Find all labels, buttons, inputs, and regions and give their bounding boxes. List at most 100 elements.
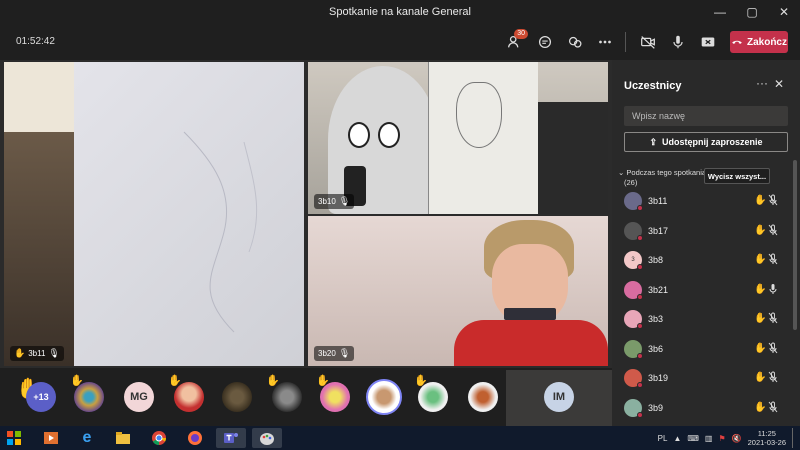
- participant-avatar[interactable]: [174, 382, 204, 412]
- microphone-toggle-button[interactable]: [664, 28, 692, 56]
- participant-avatar[interactable]: [222, 382, 252, 412]
- participants-button[interactable]: 30: [501, 28, 529, 56]
- share-screen-button[interactable]: [694, 28, 722, 56]
- close-window-button[interactable]: ✕: [768, 0, 800, 24]
- language-indicator[interactable]: PL: [658, 434, 668, 443]
- participant-avatar: [624, 398, 643, 418]
- participant-avatar: [624, 339, 643, 359]
- status-dot: [637, 264, 643, 270]
- participant-row[interactable]: 3b9 ✋: [612, 395, 794, 424]
- participant-avatar[interactable]: MG: [124, 382, 154, 412]
- participant-row[interactable]: 3b3 ✋: [612, 306, 794, 335]
- clock[interactable]: 11:25 2021-03-26: [748, 429, 786, 447]
- taskbar-firefox[interactable]: [180, 428, 210, 448]
- chat-button[interactable]: [531, 28, 559, 56]
- panel-title: Uczestnicy: [624, 80, 682, 92]
- participants-panel: Uczestnicy ··· ✕ Wpisz nazwę ⇪ Udostępni…: [612, 60, 800, 426]
- status-dot: [637, 205, 643, 211]
- participant-row[interactable]: 3 3b8 ✋: [612, 247, 794, 276]
- raised-hand-icon: ✋: [754, 313, 767, 324]
- mic-muted-icon: 🎙: [48, 348, 60, 358]
- participant-name: 3b17: [648, 225, 669, 236]
- tray-expand-icon[interactable]: ▲: [673, 434, 681, 443]
- participant-search-input[interactable]: Wpisz nazwę: [624, 106, 788, 126]
- participant-avatar[interactable]: [272, 382, 302, 412]
- taskbar-teams[interactable]: [216, 428, 246, 448]
- more-actions-button[interactable]: [591, 28, 619, 56]
- camera-off-icon: [641, 36, 655, 49]
- participant-avatar[interactable]: [468, 382, 498, 412]
- chat-icon: [538, 35, 552, 49]
- mic-muted-icon: 🎙: [338, 196, 351, 206]
- mic-muted-icon[interactable]: [768, 224, 778, 239]
- camera-toggle-button[interactable]: [634, 28, 662, 56]
- participant-avatar: [624, 192, 643, 211]
- participant-name: 3b8: [648, 255, 664, 265]
- taskbar-chrome[interactable]: [144, 428, 174, 448]
- microphone-icon[interactable]: [768, 283, 778, 298]
- microphone-icon: [673, 35, 683, 49]
- participant-row[interactable]: 3b11 ✋: [612, 188, 794, 217]
- share-icon: ⇪: [649, 136, 657, 147]
- flag-icon[interactable]: ⚑: [718, 434, 725, 443]
- keyboard-icon[interactable]: ⌨: [687, 434, 699, 443]
- show-desktop-button[interactable]: [792, 428, 796, 448]
- panel-more-button[interactable]: ···: [756, 76, 768, 90]
- mic-muted-icon: 🎙: [338, 348, 351, 358]
- participant-row[interactable]: 3b21 ✋: [612, 277, 794, 306]
- self-preview-tile[interactable]: IM: [506, 370, 612, 426]
- status-dot: [637, 411, 643, 418]
- firefox-icon: [188, 431, 202, 445]
- dark-door: [538, 102, 608, 214]
- mic-muted-icon[interactable]: [768, 401, 778, 416]
- mic-muted-icon[interactable]: [768, 194, 778, 209]
- mic-muted-icon[interactable]: [768, 312, 778, 327]
- video-tile[interactable]: ✋ 3b11 🎙: [4, 62, 304, 366]
- mic-muted-icon[interactable]: [768, 253, 778, 268]
- participant-avatar[interactable]: [74, 382, 104, 412]
- chrome-icon: [152, 431, 167, 446]
- section-header[interactable]: ⌄ Podczas tego spotkania (26): [618, 168, 706, 188]
- participant-strip: ✋ +13 ✋ MG ✋ ✋ ✋ ✋ IM: [0, 368, 612, 426]
- participant-avatar[interactable]: [418, 382, 448, 412]
- meeting-timer: 01:52:42: [16, 36, 55, 47]
- mute-all-button[interactable]: Wycisz wszyst...: [704, 168, 770, 184]
- tile-name-label: 3b10 🎙: [314, 194, 355, 209]
- minimize-button[interactable]: —: [704, 0, 736, 24]
- reactions-button[interactable]: [561, 28, 589, 56]
- participant-avatar-active[interactable]: [366, 379, 402, 415]
- participant-row[interactable]: 3b6 ✋: [612, 336, 794, 365]
- participant-avatar[interactable]: [320, 382, 350, 412]
- video-tile[interactable]: 3b10 🎙: [308, 62, 608, 214]
- media-player-icon: [44, 432, 58, 444]
- panel-scrollbar[interactable]: [793, 160, 797, 330]
- video-stage: ✋ 3b11 🎙 3b10 🎙 3b20 🎙: [0, 60, 612, 368]
- leave-meeting-button[interactable]: Zakończ: [730, 31, 788, 53]
- status-dot: [637, 382, 643, 388]
- volume-icon[interactable]: 🔇: [732, 434, 742, 443]
- taskbar-internet-explorer[interactable]: e: [72, 428, 102, 448]
- taskbar-file-explorer[interactable]: [108, 428, 138, 448]
- participant-row[interactable]: 3b17 ✋: [612, 218, 794, 247]
- panel-close-button[interactable]: ✕: [774, 77, 784, 91]
- start-button[interactable]: [2, 427, 26, 449]
- participant-name: 3b11: [648, 196, 668, 206]
- network-icon[interactable]: ▥: [705, 434, 713, 443]
- harmonica: [504, 308, 556, 320]
- overflow-avatar[interactable]: +13: [26, 382, 56, 412]
- internet-explorer-icon: e: [82, 429, 92, 446]
- mic-muted-icon[interactable]: [768, 342, 778, 357]
- mic-muted-icon[interactable]: [768, 371, 778, 386]
- window-title: Spotkanie na kanale General: [329, 6, 471, 18]
- taskbar-paint[interactable]: [252, 428, 282, 448]
- taskbar-media-player[interactable]: [36, 428, 66, 448]
- video-tile[interactable]: 3b20 🎙: [308, 216, 608, 366]
- participant-row[interactable]: 3b19 ✋: [612, 365, 794, 394]
- share-invite-button[interactable]: ⇪ Udostępnij zaproszenie: [624, 132, 788, 152]
- maximize-button[interactable]: ▢: [736, 0, 768, 24]
- raised-hand-icon: ✋: [754, 254, 767, 265]
- system-tray: PL ▲ ⌨ ▥ ⚑ 🔇 11:25 2021-03-26: [658, 428, 796, 448]
- raised-hand-icon: ✋: [754, 342, 767, 354]
- participant-avatar: [624, 280, 643, 300]
- tile-name-label: 3b20 🎙: [314, 346, 355, 361]
